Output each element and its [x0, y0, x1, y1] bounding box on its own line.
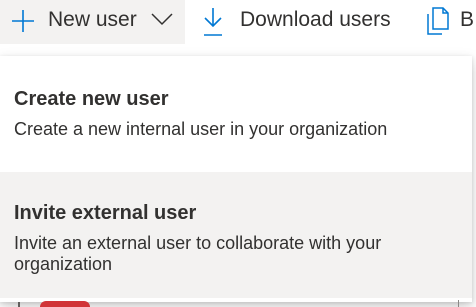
menu-item-description: Create a new internal user in your organ… — [14, 119, 388, 139]
page: New user Download users B Create new use… — [0, 0, 476, 307]
new-user-button[interactable]: New user — [0, 0, 185, 44]
partial-button-label: B — [460, 8, 475, 31]
new-user-label: New user — [48, 8, 137, 31]
underlying-red-element — [40, 301, 90, 307]
document-copy-icon — [427, 7, 449, 35]
menu-item-title: Create new user — [14, 88, 169, 110]
menu-item-title: Invite external user — [14, 202, 197, 224]
menu-item-invite-external-user[interactable]: Invite external user Invite an external … — [0, 172, 472, 298]
underlying-content-edge — [18, 302, 20, 307]
command-bar: New user Download users B — [0, 0, 476, 44]
download-users-button[interactable]: Download users — [192, 0, 402, 44]
download-arrow-icon — [204, 8, 222, 36]
underlying-content-corner — [458, 300, 467, 307]
download-users-label: Download users — [240, 8, 391, 31]
menu-item-description: Invite an external user to collaborate w… — [14, 233, 382, 274]
menu-item-create-new-user[interactable]: Create new user Create a new internal us… — [0, 56, 472, 172]
chevron-down-icon[interactable] — [151, 12, 173, 26]
new-user-dropdown-menu: Create new user Create a new internal us… — [0, 56, 472, 302]
partial-toolbar-button[interactable]: B — [418, 0, 476, 44]
plus-icon — [12, 10, 34, 32]
